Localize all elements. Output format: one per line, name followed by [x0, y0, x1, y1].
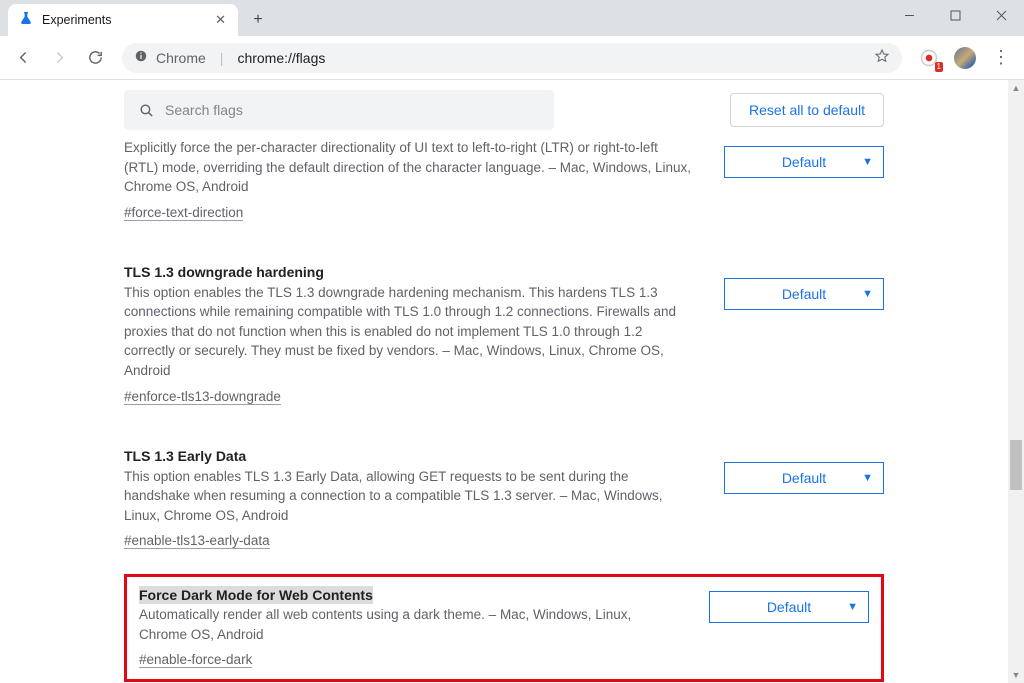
flag-description: Explicitly force the per-character direc… [124, 138, 694, 197]
close-icon[interactable]: ✕ [213, 12, 228, 28]
flag-dropdown-value: Default [782, 470, 826, 486]
flag-anchor-link[interactable]: #enable-tls13-early-data [124, 533, 270, 549]
search-input[interactable]: Search flags [124, 90, 554, 130]
tab-title: Experiments [42, 13, 205, 27]
highlighted-flag: Force Dark Mode for Web Contents Automat… [124, 574, 884, 682]
maximize-button[interactable] [932, 0, 978, 30]
close-window-button[interactable] [978, 0, 1024, 30]
forward-button[interactable] [44, 43, 74, 73]
flag-title: TLS 1.3 downgrade hardening [124, 264, 694, 280]
titlebar: Experiments ✕ + [0, 0, 1024, 36]
page-content: Search flags Reset all to default Explic… [0, 80, 1008, 683]
window-controls [886, 0, 1024, 36]
flag-title: Force Dark Mode for Web Contents [139, 586, 373, 604]
search-icon [138, 102, 155, 119]
flag-item: Explicitly force the per-character direc… [124, 138, 884, 246]
chevron-down-icon: ▼ [862, 156, 873, 168]
flask-icon [18, 10, 34, 31]
minimize-button[interactable] [886, 0, 932, 30]
address-bar[interactable]: Chrome | chrome://flags [122, 43, 902, 73]
flag-dropdown-value: Default [767, 599, 811, 615]
flag-anchor-link[interactable]: #force-text-direction [124, 205, 243, 221]
back-button[interactable] [8, 43, 38, 73]
scroll-up-icon[interactable]: ▲ [1008, 80, 1024, 96]
flag-dropdown-value: Default [782, 154, 826, 170]
scroll-down-icon[interactable]: ▼ [1008, 667, 1024, 683]
chevron-down-icon: ▼ [847, 601, 858, 613]
flag-item: TLS 1.3 downgrade hardening This option … [124, 246, 884, 430]
flag-anchor-link[interactable]: #enable-force-dark [139, 652, 252, 668]
reload-button[interactable] [80, 43, 110, 73]
flag-anchor-link[interactable]: #enforce-tls13-downgrade [124, 389, 281, 405]
flag-dropdown[interactable]: Default ▼ [709, 591, 869, 623]
flag-dropdown[interactable]: Default ▼ [724, 462, 884, 494]
reset-all-button[interactable]: Reset all to default [730, 93, 884, 127]
flag-description: This option enables the TLS 1.3 downgrad… [124, 283, 694, 381]
flag-title: TLS 1.3 Early Data [124, 448, 694, 464]
url-separator: | [220, 50, 224, 66]
scrollbar[interactable]: ▲ ▼ [1008, 80, 1024, 683]
extension-badge: 1 [935, 62, 943, 72]
flag-dropdown[interactable]: Default ▼ [724, 278, 884, 310]
url-path: chrome://flags [237, 50, 325, 66]
flag-description: Automatically render all web contents us… [139, 605, 679, 644]
scrollbar-thumb[interactable] [1010, 440, 1022, 490]
toolbar: Chrome | chrome://flags 1 ⋮ [0, 36, 1024, 80]
flag-dropdown[interactable]: Default ▼ [724, 146, 884, 178]
new-tab-button[interactable]: + [244, 6, 272, 34]
extension-icon[interactable]: 1 [914, 43, 944, 73]
chevron-down-icon: ▼ [862, 288, 873, 300]
bookmark-icon[interactable] [874, 48, 890, 67]
browser-tab[interactable]: Experiments ✕ [8, 4, 238, 36]
chevron-down-icon: ▼ [862, 472, 873, 484]
site-info-icon[interactable] [134, 49, 148, 66]
flag-item: TLS 1.3 Early Data This option enables T… [124, 430, 884, 575]
url-host: Chrome [156, 50, 206, 66]
menu-button[interactable]: ⋮ [986, 43, 1016, 73]
flag-dropdown-value: Default [782, 286, 826, 302]
flag-description: This option enables TLS 1.3 Early Data, … [124, 467, 694, 526]
search-placeholder: Search flags [165, 102, 243, 118]
profile-avatar[interactable] [950, 43, 980, 73]
flag-item: Force Dark Mode for Web Contents Automat… [139, 587, 869, 669]
